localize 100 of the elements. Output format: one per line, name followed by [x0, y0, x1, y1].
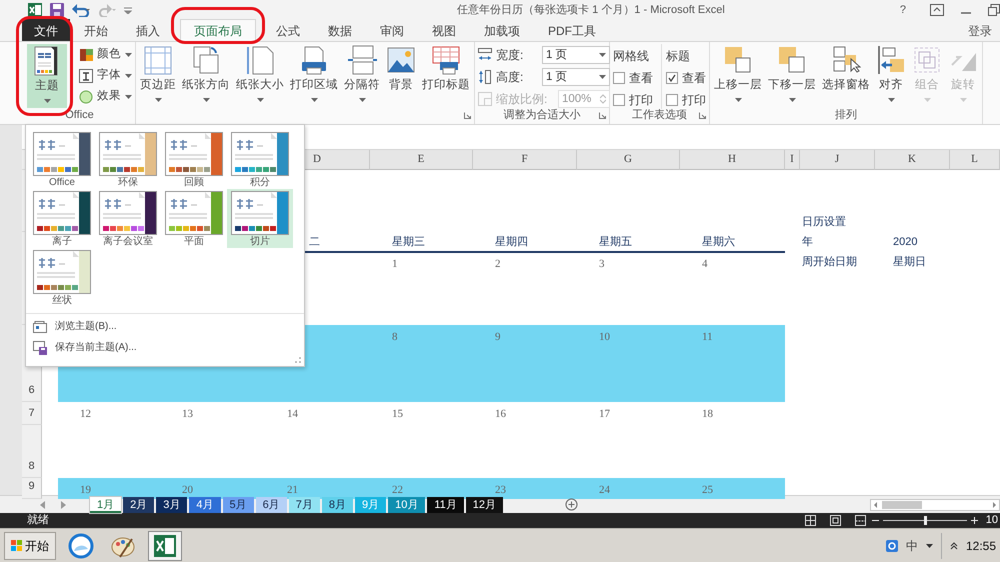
menu-item[interactable]: 浏览主题(B)...: [29, 316, 301, 337]
ribbon-tab[interactable]: 页面布局: [180, 19, 256, 42]
dialog-launcher-icon[interactable]: [599, 112, 606, 119]
dialog-launcher-icon[interactable]: [464, 112, 471, 119]
ribbon-tab[interactable]: 开始: [70, 19, 122, 41]
taskbar-app[interactable]: [148, 530, 182, 560]
chevron-up-icon[interactable]: [950, 542, 958, 550]
theme-option[interactable]: 平面: [161, 189, 227, 248]
row-header[interactable]: 7: [22, 402, 42, 425]
day-cell-text: 4: [701, 257, 708, 272]
ribbon-button[interactable]: 纸张方向: [181, 44, 231, 108]
checkbox[interactable]: 打印: [613, 91, 653, 109]
input-method-icon[interactable]: [886, 540, 898, 552]
column-header[interactable]: H: [680, 150, 785, 170]
sheet-tab[interactable]: 11月: [427, 496, 464, 512]
ribbon-button[interactable]: 纸张大小: [235, 44, 285, 108]
theme-preview-icon: [33, 191, 91, 235]
sheet-tab[interactable]: 7月: [288, 496, 320, 512]
slider-thumb[interactable]: [924, 516, 927, 525]
sheet-tab[interactable]: 12月: [466, 496, 504, 512]
theme-option[interactable]: 丝状: [29, 248, 95, 307]
spreadsheet-logo-icon[interactable]: [28, 3, 42, 17]
ime-indicator[interactable]: 中: [906, 536, 918, 554]
column-header[interactable]: G: [577, 150, 680, 170]
checkbox[interactable]: 查看: [613, 69, 653, 87]
theme-preview-icon: [231, 191, 289, 235]
zoom-in-icon[interactable]: [970, 517, 978, 524]
caret-icon: [599, 75, 606, 79]
sheet-tab[interactable]: 5月: [222, 496, 254, 512]
sheet-tab[interactable]: 10月: [388, 496, 426, 512]
ribbon-button[interactable]: 效果: [77, 86, 134, 107]
theme-option[interactable]: 环保: [95, 130, 161, 189]
theme-option[interactable]: 回顾: [161, 130, 227, 189]
checkbox[interactable]: 打印: [666, 91, 706, 109]
day-cell-text: 13: [181, 407, 194, 422]
ribbon-tab[interactable]: 视图: [418, 19, 470, 41]
menu-item[interactable]: 保存当前主题(A)...: [29, 337, 301, 358]
sheet-tab[interactable]: 6月: [256, 496, 287, 512]
save-icon[interactable]: [50, 3, 64, 17]
page-break-view-icon[interactable]: [854, 515, 866, 526]
theme-option[interactable]: Office: [29, 130, 95, 189]
column-header[interactable]: F: [473, 150, 577, 170]
normal-view-icon[interactable]: [804, 515, 816, 526]
sign-in-link[interactable]: 登录: [968, 22, 992, 40]
row-header[interactable]: 9: [22, 478, 42, 498]
ribbon-tab[interactable]: 公式: [262, 19, 314, 41]
column-header[interactable]: L: [950, 150, 1000, 170]
theme-option[interactable]: 离子: [29, 189, 95, 248]
customize-caret-icon[interactable]: [124, 6, 132, 14]
ribbon-tab[interactable]: 文件: [22, 19, 70, 41]
dropdown-field[interactable]: 1 页: [542, 46, 610, 64]
ribbon-button[interactable]: 对齐: [875, 44, 907, 108]
height-arrows-icon: [478, 70, 492, 84]
ribbon-tab[interactable]: 加载项: [470, 19, 534, 41]
ribbon-button[interactable]: 背景: [385, 44, 417, 108]
column-header[interactable]: J: [800, 150, 875, 170]
column-header[interactable]: E: [370, 150, 473, 170]
ribbon-tab[interactable]: 审阅: [366, 19, 418, 41]
ribbon-button[interactable]: 下移一层: [767, 44, 817, 108]
start-button[interactable]: 开始: [4, 532, 56, 560]
ribbon-display-icon[interactable]: [930, 4, 944, 16]
column-header[interactable]: I: [785, 150, 800, 170]
column-header[interactable]: K: [875, 150, 950, 170]
sheet-tab[interactable]: 1月: [90, 496, 122, 512]
ribbon-button[interactable]: 主题: [27, 44, 67, 108]
ribbon-button[interactable]: 打印区域: [289, 44, 339, 108]
day-cell: 21: [265, 478, 370, 498]
save-theme-icon: [33, 340, 47, 354]
help-button[interactable]: ?: [900, 2, 906, 18]
sheet-tab[interactable]: 3月: [156, 496, 188, 512]
ribbon-tab[interactable]: 插入: [122, 19, 174, 41]
dropdown-field[interactable]: 1 页: [542, 68, 610, 86]
checkbox[interactable]: 查看: [666, 69, 706, 87]
ribbon-tab[interactable]: PDF工具: [534, 19, 610, 41]
undo-icon[interactable]: [72, 3, 90, 17]
windows-flag-icon: [11, 540, 23, 552]
sheet-tab[interactable]: 8月: [322, 496, 353, 512]
caret-icon: [926, 544, 933, 548]
sheet-tab[interactable]: 2月: [123, 496, 154, 512]
ribbon-button[interactable]: 选择窗格: [821, 44, 871, 108]
ribbon-button[interactable]: 上移一层: [713, 44, 763, 108]
sheet-tab[interactable]: 4月: [189, 496, 220, 512]
add-sheet-icon[interactable]: [565, 498, 578, 511]
ribbon-button[interactable]: 分隔符: [343, 44, 381, 108]
ribbon-button[interactable]: 打印标题: [421, 44, 471, 108]
resize-grip-icon[interactable]: [295, 357, 301, 363]
restore-icon[interactable]: [988, 4, 1000, 16]
ribbon-button[interactable]: 页边距: [139, 44, 177, 108]
dialog-launcher-icon[interactable]: [699, 112, 706, 119]
ribbon-button[interactable]: 字体: [77, 65, 134, 86]
theme-option[interactable]: 切片: [227, 189, 293, 248]
zoom-out-icon[interactable]: [872, 517, 879, 524]
row-header[interactable]: 8: [22, 425, 42, 478]
group-label: 调整为合适大小: [504, 109, 580, 121]
theme-option[interactable]: 离子会议室: [95, 189, 161, 248]
circle-icon: [79, 90, 93, 104]
horizontal-scrollbar[interactable]: [870, 498, 1000, 510]
ribbon-button[interactable]: 颜色: [77, 44, 134, 65]
page-layout-icon[interactable]: [830, 515, 841, 526]
ribbon-tab[interactable]: 数据: [314, 19, 366, 41]
